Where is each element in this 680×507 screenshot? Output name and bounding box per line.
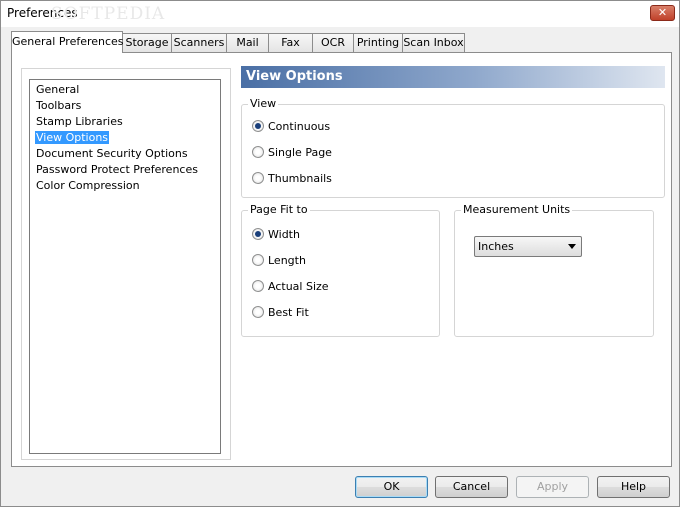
- radio-unchecked-icon[interactable]: [252, 146, 264, 158]
- preferences-window: Preferences SOFTPEDIA ✕ General Preferen…: [0, 0, 680, 507]
- list-item-general[interactable]: General: [35, 82, 220, 98]
- tab-scan-inbox[interactable]: Scan Inbox: [402, 33, 465, 52]
- measurement-units-select[interactable]: Inches: [474, 236, 582, 257]
- list-item-label: Document Security Options: [36, 147, 188, 160]
- list-item-color-compression[interactable]: Color Compression: [35, 178, 220, 194]
- list-item-document-security-options[interactable]: Document Security Options: [35, 146, 220, 162]
- view-group-label: View: [248, 97, 279, 110]
- measurement-units-value: Inches: [478, 240, 514, 253]
- radio-label: Best Fit: [268, 306, 309, 319]
- radio-single-page[interactable]: Single Page: [252, 146, 332, 160]
- apply-button[interactable]: Apply: [516, 476, 589, 498]
- radio-label: Actual Size: [268, 280, 329, 293]
- list-item-label: Password Protect Preferences: [36, 163, 198, 176]
- radio-checked-icon[interactable]: [252, 120, 264, 132]
- list-item-label: Stamp Libraries: [36, 115, 123, 128]
- section-title: View Options: [241, 66, 665, 88]
- radio-thumbnails[interactable]: Thumbnails: [252, 172, 332, 186]
- radio-length[interactable]: Length: [252, 254, 306, 268]
- list-item-label: Toolbars: [36, 99, 82, 112]
- ok-button[interactable]: OK: [355, 476, 428, 498]
- radio-continuous[interactable]: Continuous: [252, 120, 330, 134]
- chevron-down-icon: [568, 244, 576, 249]
- radio-checked-icon[interactable]: [252, 228, 264, 240]
- radio-unchecked-icon[interactable]: [252, 306, 264, 318]
- tab-fax[interactable]: Fax: [268, 33, 313, 52]
- radio-label: Length: [268, 254, 306, 267]
- category-list-frame: General Toolbars Stamp Libraries View Op…: [21, 68, 231, 460]
- page-fit-group-label: Page Fit to: [248, 203, 310, 216]
- list-item-toolbars[interactable]: Toolbars: [35, 98, 220, 114]
- page-fit-group: Page Fit to Width Length Actual Size Bes…: [241, 204, 440, 337]
- list-item-label: Color Compression: [36, 179, 140, 192]
- tab-general-preferences[interactable]: General Preferences: [11, 31, 124, 53]
- tab-printing[interactable]: Printing: [353, 33, 403, 52]
- radio-unchecked-icon[interactable]: [252, 172, 264, 184]
- radio-best-fit[interactable]: Best Fit: [252, 306, 309, 320]
- list-item-label: General: [36, 83, 80, 96]
- radio-unchecked-icon[interactable]: [252, 254, 264, 266]
- watermark: SOFTPEDIA: [51, 4, 166, 24]
- tab-storage[interactable]: Storage: [122, 33, 172, 52]
- tab-scanners[interactable]: Scanners: [171, 33, 227, 52]
- list-item-stamp-libraries[interactable]: Stamp Libraries: [35, 114, 220, 130]
- tab-panel-general-preferences: General Toolbars Stamp Libraries View Op…: [11, 52, 672, 467]
- category-list[interactable]: General Toolbars Stamp Libraries View Op…: [29, 79, 221, 454]
- radio-width[interactable]: Width: [252, 228, 300, 242]
- measurement-units-group-label: Measurement Units: [461, 203, 573, 216]
- radio-unchecked-icon[interactable]: [252, 280, 264, 292]
- radio-label: Thumbnails: [268, 172, 332, 185]
- list-item-label: View Options: [35, 131, 110, 144]
- list-item-view-options[interactable]: View Options: [35, 130, 220, 146]
- help-button[interactable]: Help: [597, 476, 670, 498]
- cancel-button[interactable]: Cancel: [435, 476, 508, 498]
- view-group: View Continuous Single Page Thumbnails: [241, 98, 665, 198]
- measurement-units-group: Measurement Units Inches: [454, 204, 654, 337]
- radio-actual-size[interactable]: Actual Size: [252, 280, 329, 294]
- tab-ocr[interactable]: OCR: [312, 33, 354, 52]
- tab-mail[interactable]: Mail: [226, 33, 269, 52]
- title-bar: Preferences SOFTPEDIA ✕: [1, 1, 679, 27]
- radio-label: Continuous: [268, 120, 331, 133]
- list-item-password-protect-preferences[interactable]: Password Protect Preferences: [35, 162, 220, 178]
- close-icon[interactable]: ✕: [650, 5, 675, 21]
- radio-label: Width: [268, 228, 300, 241]
- radio-label: Single Page: [268, 146, 332, 159]
